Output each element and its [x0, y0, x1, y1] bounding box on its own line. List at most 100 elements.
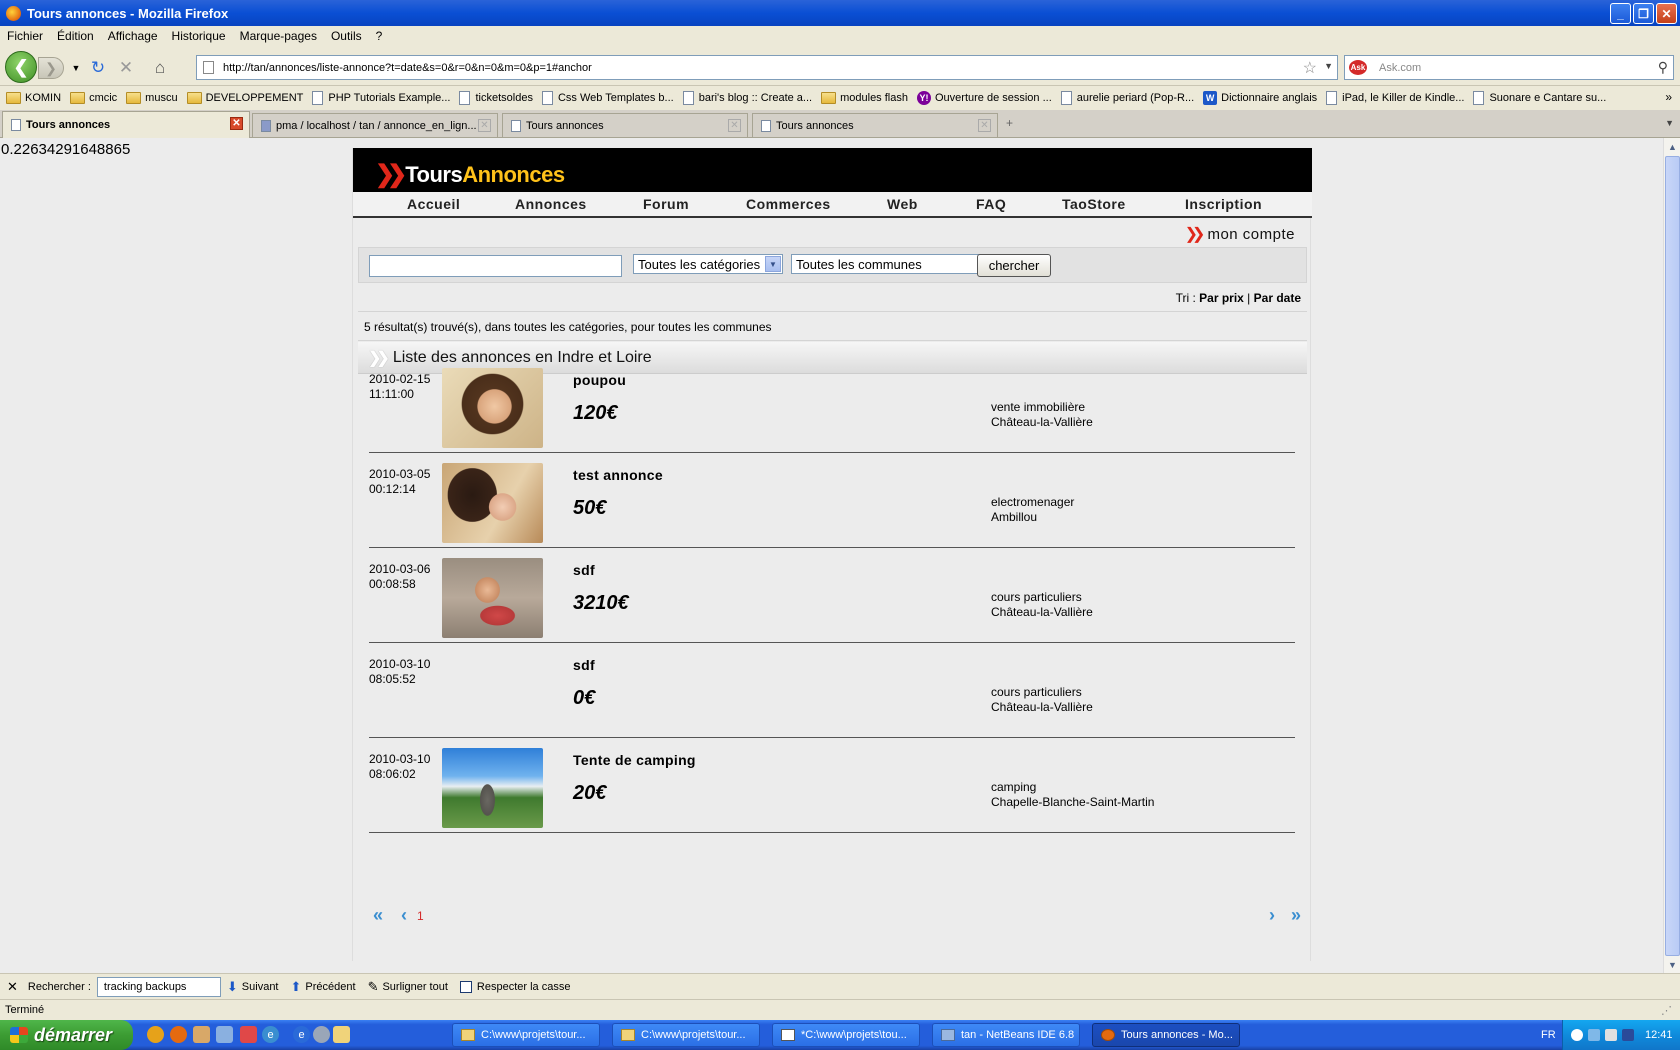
resize-grip-icon[interactable]: ⋰	[1661, 1001, 1672, 1021]
listing-row[interactable]: 2010-03-10 08:05:52 sdf 0€ cours particul…	[369, 643, 1295, 738]
tab-list-icon[interactable]: ▼	[1665, 118, 1674, 128]
listing-title[interactable]: poupou	[573, 372, 626, 388]
back-button[interactable]: ❮	[5, 51, 37, 83]
listing-photo[interactable]	[442, 558, 543, 638]
scroll-thumb[interactable]	[1665, 156, 1680, 956]
bookmark-folder[interactable]: DEVELOPPEMENT	[186, 92, 303, 104]
start-button[interactable]: démarrer	[0, 1020, 133, 1050]
match-case-checkbox[interactable]: Respecter la casse	[459, 980, 570, 993]
find-next-button[interactable]: ⬇ Suivant	[227, 979, 279, 995]
tray-volume-icon[interactable]	[1605, 1029, 1617, 1041]
bookmark-link[interactable]: W Dictionnaire anglais	[1203, 91, 1317, 105]
listing-title[interactable]: test annonce	[573, 467, 663, 483]
checkbox-icon[interactable]	[459, 980, 472, 993]
quicklaunch-chrome-icon[interactable]	[147, 1026, 164, 1043]
listing-row[interactable]: 2010-03-06 00:08:58 sdf 3210€ cours parti…	[369, 548, 1295, 643]
tab-tours-annonces-active[interactable]: Tours annonces ✕	[2, 111, 250, 138]
quicklaunch-ie2-icon[interactable]: e	[293, 1026, 310, 1043]
search-box[interactable]: Ask Ask.com ⚲	[1344, 55, 1674, 80]
menu-help[interactable]: ?	[376, 29, 383, 43]
minimize-button[interactable]: _	[1610, 3, 1631, 24]
quicklaunch-browser-icon[interactable]	[313, 1026, 330, 1043]
listing-row[interactable]: 2010-02-15 11:11:00 poupou 120€ vente imm…	[369, 358, 1295, 453]
bookmark-folder[interactable]: muscu	[126, 92, 178, 104]
site-logo[interactable]: ❯❯ Tours Annonces	[375, 160, 565, 189]
bookmark-folder[interactable]: modules flash	[821, 92, 908, 104]
menu-affichage[interactable]: Affichage	[108, 29, 158, 43]
nav-inscription[interactable]: Inscription	[1185, 196, 1262, 212]
search-button[interactable]: chercher	[977, 254, 1051, 277]
maximize-button[interactable]: ❐	[1633, 3, 1654, 24]
taskbar-netbeans[interactable]: tan - NetBeans IDE 6.8	[932, 1023, 1080, 1047]
commune-select[interactable]: Toutes les communes ▼	[791, 254, 1000, 274]
bookmark-link[interactable]: PHP Tutorials Example...	[312, 91, 450, 105]
ask-engine-icon[interactable]: Ask	[1349, 60, 1367, 75]
nav-faq[interactable]: FAQ	[976, 196, 1006, 212]
new-tab-icon[interactable]: +	[1006, 116, 1013, 130]
taskbar-firefox[interactable]: Tours annonces - Mo...	[1092, 1023, 1240, 1047]
nav-web[interactable]: Web	[887, 196, 918, 212]
quicklaunch-ie-icon[interactable]: e	[262, 1026, 279, 1043]
close-findbar-icon[interactable]: ✕	[7, 979, 18, 995]
account-link[interactable]: ❯❯ mon compte	[1185, 224, 1295, 244]
home-icon[interactable]: ⌂	[150, 58, 170, 78]
sort-by-price-link[interactable]: Par prix	[1199, 291, 1244, 305]
tab-tours-annonces-2[interactable]: Tours annonces ✕	[502, 113, 748, 137]
listing-title[interactable]: Tente de camping	[573, 752, 696, 768]
menu-edition[interactable]: Édition	[57, 29, 94, 43]
address-bar[interactable]: http://tan/annonces/liste-annonce?t=date…	[196, 55, 1338, 80]
reload-icon[interactable]: ↻	[88, 58, 108, 78]
listing-title[interactable]: sdf	[573, 657, 595, 673]
keyword-input[interactable]	[369, 255, 622, 277]
listing-row[interactable]: 2010-03-10 08:06:02 Tente de camping 20€ …	[369, 738, 1295, 833]
bookmark-folder[interactable]: KOMIN	[6, 92, 61, 104]
first-page-icon[interactable]: «	[373, 905, 383, 926]
url-dropdown-icon[interactable]: ▼	[1324, 61, 1333, 71]
category-select[interactable]: Toutes les catégories ▼	[633, 254, 783, 274]
nav-forum[interactable]: Forum	[643, 196, 689, 212]
history-dropdown-icon[interactable]: ▼	[66, 58, 86, 78]
quicklaunch-firefox-icon[interactable]	[170, 1026, 187, 1043]
close-tab-icon[interactable]: ✕	[478, 119, 491, 132]
tab-tours-annonces-3[interactable]: Tours annonces ✕	[752, 113, 998, 137]
nav-annonces[interactable]: Annonces	[515, 196, 587, 212]
nav-taostore[interactable]: TaoStore	[1062, 196, 1126, 212]
tray-arrow-icon[interactable]	[1571, 1029, 1583, 1041]
taskbar-explorer-2[interactable]: C:\www\projets\tour...	[612, 1023, 760, 1047]
close-tab-icon[interactable]: ✕	[230, 117, 243, 130]
nav-accueil[interactable]: Accueil	[407, 196, 460, 212]
stop-icon[interactable]: ✕	[116, 58, 136, 78]
scroll-up-icon[interactable]: ▲	[1665, 139, 1680, 154]
bookmark-link[interactable]: bari's blog :: Create a...	[682, 91, 812, 105]
bookmark-star-icon[interactable]: ☆	[1303, 58, 1317, 78]
menu-fichier[interactable]: Fichier	[7, 29, 43, 43]
quicklaunch-tool-icon[interactable]	[216, 1026, 233, 1043]
chevron-more-icon[interactable]: »	[1665, 90, 1672, 104]
listing-row[interactable]: 2010-03-05 00:12:14 test annonce 50€ elec…	[369, 453, 1295, 548]
quicklaunch-folder-icon[interactable]	[333, 1026, 350, 1043]
chevron-down-icon[interactable]: ▼	[765, 256, 781, 272]
bookmark-link[interactable]: Css Web Templates b...	[541, 91, 674, 105]
window-titlebar[interactable]: Tours annonces - Mozilla Firefox _ ❐ ✕	[0, 0, 1680, 26]
search-icon[interactable]: ⚲	[1658, 59, 1668, 76]
menu-marque-pages[interactable]: Marque-pages	[240, 29, 317, 43]
quicklaunch-user-icon[interactable]	[193, 1026, 210, 1043]
vertical-scrollbar[interactable]: ▲ ▼	[1663, 138, 1680, 973]
taskbar-explorer-1[interactable]: C:\www\projets\tour...	[452, 1023, 600, 1047]
nav-commerces[interactable]: Commerces	[746, 196, 831, 212]
page-number[interactable]: 1	[417, 909, 424, 923]
listing-title[interactable]: sdf	[573, 562, 595, 578]
forward-button[interactable]: ❯	[38, 57, 64, 79]
prev-page-icon[interactable]: ‹	[401, 905, 407, 926]
clock[interactable]: 12:41	[1645, 1029, 1673, 1041]
scroll-down-icon[interactable]: ▼	[1665, 957, 1680, 972]
close-tab-icon[interactable]: ✕	[978, 119, 991, 132]
bookmark-link[interactable]: ticketsoldes	[459, 91, 533, 105]
quicklaunch-app-icon[interactable]	[240, 1026, 257, 1043]
last-page-icon[interactable]: »	[1291, 905, 1301, 926]
bookmark-link[interactable]: iPad, le Killer de Kindle...	[1326, 91, 1464, 105]
find-input[interactable]: tracking backups	[96, 976, 221, 997]
listing-photo[interactable]	[442, 463, 543, 543]
tray-security-icon[interactable]	[1622, 1029, 1634, 1041]
sort-by-date-link[interactable]: Par date	[1254, 291, 1301, 305]
